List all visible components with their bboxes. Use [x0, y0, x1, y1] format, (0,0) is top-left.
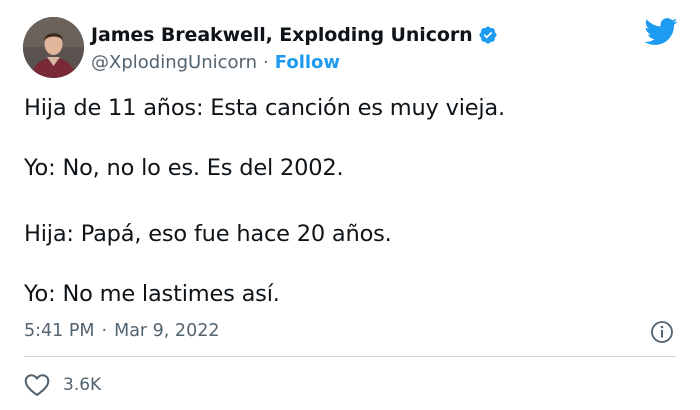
tweet-text-line-1: Hija de 11 años: Esta canción es muy vie…	[24, 95, 505, 121]
avatar[interactable]	[23, 17, 84, 78]
heart-icon	[24, 374, 50, 396]
follow-button[interactable]: Follow	[275, 52, 340, 73]
tweet-timestamp[interactable]: 5:41 PM · Mar 9, 2022	[24, 318, 219, 344]
handle-separator: ·	[263, 51, 269, 73]
info-icon[interactable]	[650, 320, 674, 344]
tweet-text-line-3: Hija: Papá, eso fue hace 20 años.	[24, 221, 392, 247]
avatar-photo	[23, 17, 84, 78]
twitter-bird-icon[interactable]	[644, 18, 678, 46]
like-button[interactable]: 3.6K	[24, 372, 101, 398]
author-display-name[interactable]: James Breakwell, Exploding Unicorn	[91, 24, 473, 46]
tweet-text-line-4: Yo: No me lastimes así.	[24, 281, 280, 307]
divider	[24, 356, 676, 357]
verified-badge-icon	[478, 26, 497, 44]
author-handle[interactable]: @XplodingUnicorn	[91, 52, 257, 73]
like-count: 3.6K	[63, 375, 102, 395]
timestamp-separator: ·	[101, 321, 108, 341]
author-name-row: James Breakwell, Exploding Unicorn	[91, 22, 498, 48]
tweet-date: Mar 9, 2022	[114, 321, 220, 341]
tweet-text-line-2: Yo: No, no lo es. Es del 2002.	[24, 155, 344, 181]
author-handle-row: @XplodingUnicorn · Follow	[91, 50, 340, 74]
tweet-time: 5:41 PM	[24, 321, 95, 341]
